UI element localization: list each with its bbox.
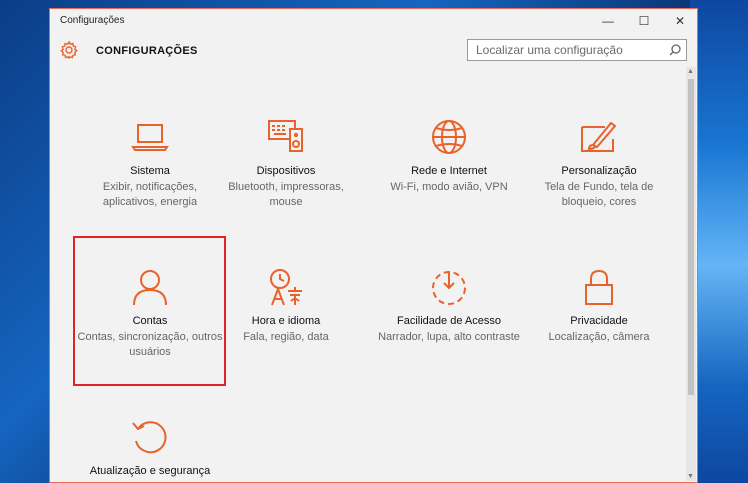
tile-contas[interactable]: Contas Contas, sincronização, outros usu… xyxy=(75,267,225,360)
tile-description: Fala, região, data xyxy=(243,331,329,343)
tile-name: Sistema xyxy=(130,165,170,177)
search-icon[interactable] xyxy=(668,43,682,57)
search-box[interactable] xyxy=(467,39,687,61)
tile-name: Personalização xyxy=(561,165,637,177)
maximize-button[interactable]: ☐ xyxy=(626,9,662,33)
scroll-down-icon[interactable]: ▼ xyxy=(687,473,694,480)
page-title: CONFIGURAÇÕES xyxy=(96,45,198,57)
tile-atualizacao-seguranca[interactable]: Atualização e segurança xyxy=(75,417,225,478)
window-title: Configurações xyxy=(60,15,125,26)
tile-name: Rede e Internet xyxy=(411,165,487,177)
person-icon xyxy=(133,270,167,306)
settings-window: Configurações — ☐ ✕ CONFIGURAÇÕES Sistem… xyxy=(49,8,698,483)
paint-icon xyxy=(581,121,617,152)
scroll-thumb[interactable] xyxy=(688,79,694,395)
laptop-icon xyxy=(131,124,169,151)
tile-facilidade-acesso[interactable]: Facilidade de Acesso Narrador, lupa, alt… xyxy=(374,267,524,345)
tile-personalizacao[interactable]: Personalização Tela de Fundo, tela de bl… xyxy=(524,117,674,210)
tile-description: Contas, sincronização, outros usuários xyxy=(77,331,223,358)
gear-icon xyxy=(60,40,78,60)
tile-description: Narrador, lupa, alto contraste xyxy=(378,331,520,343)
tile-name: Atualização e segurança xyxy=(89,465,211,477)
close-button[interactable]: ✕ xyxy=(662,9,698,33)
title-bar[interactable]: Configurações — ☐ ✕ xyxy=(50,9,697,33)
time-language-icon xyxy=(270,269,302,306)
tile-privacidade[interactable]: Privacidade Localização, câmera xyxy=(524,267,674,345)
tile-hora-idioma[interactable]: Hora e idioma Fala, região, data xyxy=(211,267,361,345)
desktop-background xyxy=(690,0,748,483)
lock-icon xyxy=(585,269,613,305)
tile-description: Bluetooth, impressoras, mouse xyxy=(228,181,344,208)
tile-name: Privacidade xyxy=(570,315,628,327)
tile-rede-internet[interactable]: Rede e Internet Wi-Fi, modo avião, VPN xyxy=(374,117,524,195)
tile-name: Hora e idioma xyxy=(251,315,321,327)
tile-name: Facilidade de Acesso xyxy=(397,315,501,327)
scroll-up-icon[interactable]: ▲ xyxy=(687,68,694,75)
tile-description: Tela de Fundo, tela de bloqueio, cores xyxy=(544,181,654,208)
tile-name: Dispositivos xyxy=(256,165,316,177)
devices-icon xyxy=(268,120,303,152)
tile-description: Localização, câmera xyxy=(548,331,650,343)
search-input[interactable] xyxy=(468,40,666,60)
tile-description: Wi-Fi, modo avião, VPN xyxy=(390,181,508,193)
tile-name: Contas xyxy=(132,315,168,327)
tile-sistema[interactable]: Sistema Exibir, notificações, aplicativo… xyxy=(75,117,225,210)
ease-of-access-icon xyxy=(432,271,466,305)
scrollbar[interactable]: ▲ ▼ xyxy=(686,67,696,481)
tile-description: Exibir, notificações, aplicativos, energ… xyxy=(102,181,198,208)
update-icon xyxy=(132,421,167,454)
globe-icon xyxy=(432,120,466,154)
tile-dispositivos[interactable]: Dispositivos Bluetooth, impressoras, mou… xyxy=(211,117,361,210)
minimize-button[interactable]: — xyxy=(590,9,626,33)
